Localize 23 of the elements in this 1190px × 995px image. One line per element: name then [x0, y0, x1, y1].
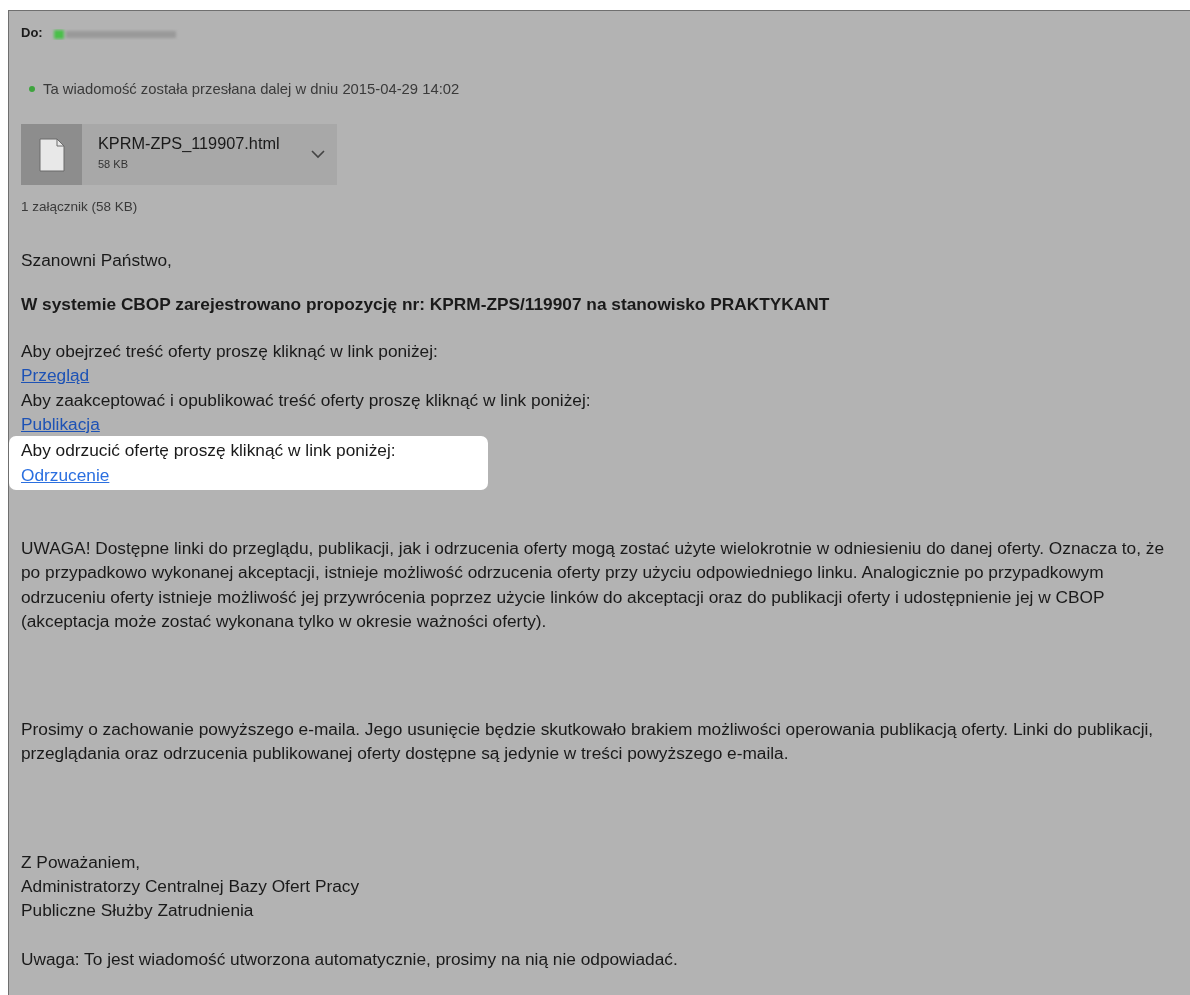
instruction-text: Aby obejrzeć treść oferty proszę kliknąć w link poniżej: [21, 340, 439, 364]
file-icon [38, 137, 65, 172]
instruction-text: Aby odrzucić ofertę proszę kliknąć w link poniżej: [21, 439, 397, 463]
status-dot-icon [29, 86, 35, 93]
greeting-text: Szanowni Państwo, [21, 248, 173, 272]
attachment-summary: 1 załącznik (58 KB) [21, 198, 139, 217]
signature-line: Z Poważaniem, [21, 850, 142, 874]
request-text: Prosimy o zachowanie powyższego e-maila. Jego usunięcie będzie skutkowało brakiem możliwości operowania publikacją oferty. Linki do publikacji, przeglądania oraz odrzucenia publikowanej oferty dostępne są jedynie w treści powyższego e-maila. [21, 718, 1155, 766]
forward-note: Ta wiadomość została przesłana dalej w dniu 2015-04-29 14:02 [43, 80, 460, 99]
attachment-card[interactable]: KPRM-ZPS_119907.html 58 KB [21, 124, 337, 186]
link[interactable]: Odrzucenie [21, 464, 110, 485]
notice-text: UWAGA! Dostępne linki do przeglądu, publikacji, jak i odrzucenia oferty mogą zostać użyte wielokrotnie w odniesieniu do danej oferty. Oznacza to, że po przypadkowo wykonanej akceptacji, istnieje możliwość odrzucenia oferty przy użyciu odpowiedniego linku. Analogicznie po przypadkowym odrzuceniu oferty istnieje możliwość jej przywrócenia poprzez użycie linków do akceptacji oraz do publikacji oferty i udostępnienie jej w CBOP (akceptacja może zostać wykonana tylko w okresie ważności oferty). [21, 536, 1166, 633]
attachment-name: KPRM-ZPS_119907.html [98, 133, 281, 152]
attachment-size: 58 KB [98, 156, 129, 172]
signature-line: Administratorzy Centralnej Bazy Ofert Pracy [21, 875, 361, 899]
link[interactable]: Przegląd [21, 365, 90, 386]
auto-note-text: Uwaga: To jest wiadomość utworzona automatycznie, prosimy na nią nie odpowiadać. [21, 947, 679, 971]
link[interactable]: Publikacja [21, 414, 100, 435]
to-label: Do: [21, 24, 43, 43]
instruction-text: Aby zaakceptować i opublikować treść oferty proszę kliknąć w link poniżej: [21, 388, 592, 412]
signature-line: Publiczne Służby Zatrudnienia [21, 899, 255, 923]
headline-text: W systemie CBOP zarejestrowano propozycję nr: KPRM-ZPS/119907 na stanowisko PRAKTYKANT [21, 292, 831, 316]
chevron-down-icon[interactable] [311, 150, 325, 160]
